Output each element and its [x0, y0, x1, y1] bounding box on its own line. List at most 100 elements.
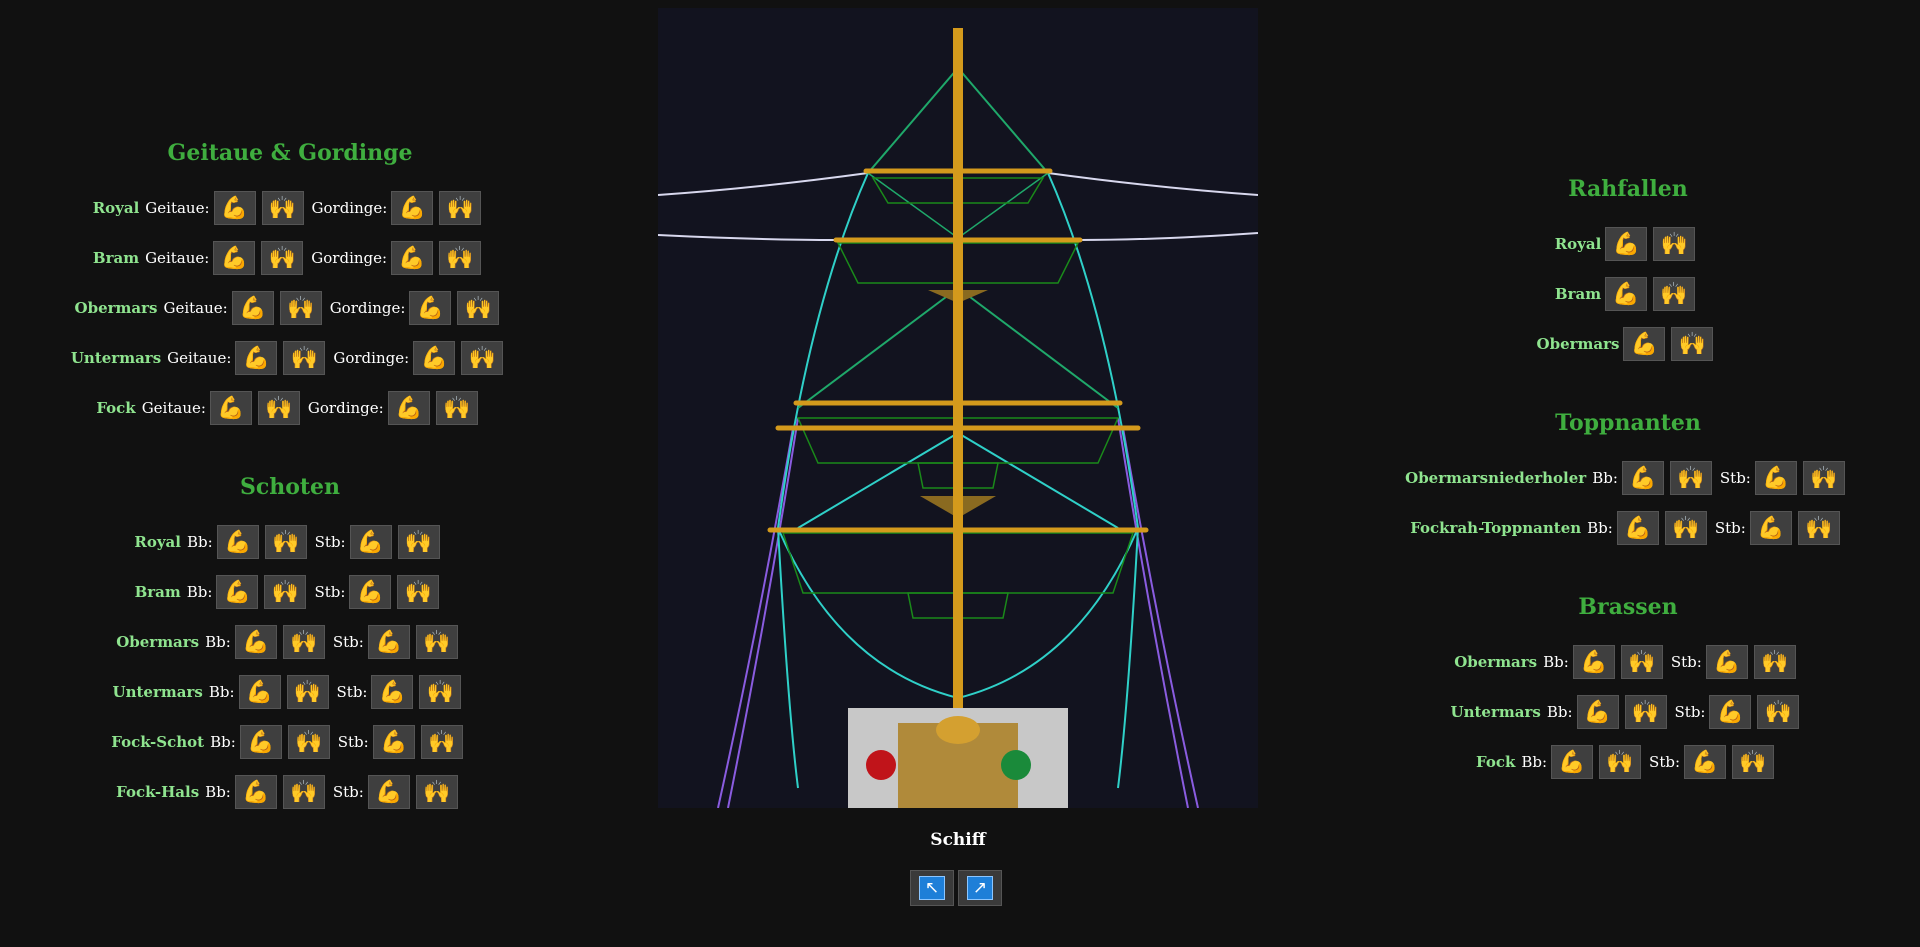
- ship-3d-view[interactable]: [658, 8, 1258, 808]
- pull-button[interactable]: 💪: [349, 525, 392, 559]
- row-label-a: Bb:: [1521, 753, 1548, 771]
- release-button[interactable]: 🙌: [279, 291, 322, 325]
- section-title-schoten: Schoten: [239, 474, 341, 500]
- pull-button[interactable]: 💪: [235, 341, 278, 375]
- release-button[interactable]: 🙌: [439, 191, 482, 225]
- release-button[interactable]: 🙌: [1664, 511, 1707, 545]
- pull-button[interactable]: 💪: [1623, 327, 1666, 361]
- section-title-toppnanten: Toppnanten: [1555, 410, 1701, 436]
- raised-hands-icon: 🙌: [446, 245, 474, 271]
- pull-button[interactable]: 💪: [209, 391, 252, 425]
- raised-hands-icon: 🙌: [286, 295, 315, 321]
- pull-button[interactable]: 💪: [1749, 511, 1792, 545]
- view-nav-buttons: ↖ ↗: [910, 870, 1006, 906]
- pull-button[interactable]: 💪: [391, 191, 434, 225]
- pull-button[interactable]: 💪: [239, 725, 282, 759]
- release-button[interactable]: 🙌: [264, 525, 307, 559]
- pull-button[interactable]: 💪: [409, 291, 452, 325]
- pull-button[interactable]: 💪: [413, 341, 456, 375]
- release-button[interactable]: 🙌: [1653, 277, 1696, 311]
- pull-button[interactable]: 💪: [371, 675, 414, 709]
- release-button[interactable]: 🙌: [1624, 695, 1667, 729]
- row-label-b: Stb:: [1649, 753, 1681, 771]
- release-button[interactable]: 🙌: [287, 725, 330, 759]
- section-title-geitaue: Geitaue & Gordinge: [167, 140, 413, 166]
- raised-hands-icon: 🙌: [428, 729, 456, 755]
- raised-hands-icon: 🙌: [423, 779, 451, 805]
- raised-hands-icon: 🙌: [1810, 465, 1838, 491]
- row-label-a: Bb:: [1587, 519, 1613, 537]
- row-label-b: Stb:: [1674, 703, 1706, 721]
- row-name: Obermars: [116, 633, 200, 651]
- rotate-left-button[interactable]: ↖: [910, 870, 954, 906]
- control-row-obermars: Obermars Bb: 💪 🙌 Stb: 💪 🙌: [0, 620, 580, 664]
- row-name: Fock-Schot: [111, 733, 205, 751]
- raised-hands-icon: 🙌: [468, 345, 496, 371]
- flexed-biceps-icon: 💪: [1583, 699, 1612, 725]
- pull-button[interactable]: 💪: [1705, 645, 1748, 679]
- row-label-a: Bb:: [186, 533, 213, 551]
- pull-button[interactable]: 💪: [1551, 745, 1594, 779]
- release-button[interactable]: 🙌: [415, 625, 458, 659]
- pull-button[interactable]: 💪: [391, 241, 434, 275]
- flexed-biceps-icon: 💪: [220, 195, 249, 221]
- pull-button[interactable]: 💪: [213, 241, 256, 275]
- pull-button[interactable]: 💪: [367, 625, 410, 659]
- flexed-biceps-icon: 💪: [1612, 231, 1640, 257]
- pull-button[interactable]: 💪: [231, 291, 274, 325]
- pull-button[interactable]: 💪: [1572, 645, 1615, 679]
- release-button[interactable]: 🙌: [1757, 695, 1800, 729]
- pull-button[interactable]: 💪: [234, 775, 277, 809]
- release-button[interactable]: 🙌: [420, 725, 463, 759]
- release-button[interactable]: 🙌: [435, 391, 478, 425]
- release-button[interactable]: 🙌: [282, 625, 325, 659]
- release-button[interactable]: 🙌: [415, 775, 458, 809]
- release-button[interactable]: 🙌: [261, 191, 304, 225]
- row-name: Obermars: [1454, 653, 1538, 671]
- control-row-bram: Bram Geitaue: 💪 🙌 Gordinge: 💪 🙌: [0, 236, 580, 280]
- pull-button[interactable]: 💪: [213, 191, 256, 225]
- release-button[interactable]: 🙌: [1599, 745, 1642, 779]
- pull-button[interactable]: 💪: [1621, 461, 1664, 495]
- pull-button[interactable]: 💪: [387, 391, 430, 425]
- pull-button[interactable]: 💪: [1605, 277, 1648, 311]
- pull-button[interactable]: 💪: [216, 525, 259, 559]
- release-button[interactable]: 🙌: [439, 241, 482, 275]
- release-button[interactable]: 🙌: [397, 525, 440, 559]
- release-button[interactable]: 🙌: [461, 341, 504, 375]
- release-button[interactable]: 🙌: [1669, 461, 1712, 495]
- release-button[interactable]: 🙌: [283, 341, 326, 375]
- flexed-biceps-icon: 💪: [247, 729, 275, 755]
- release-button[interactable]: 🙌: [257, 391, 300, 425]
- pull-button[interactable]: 💪: [372, 725, 415, 759]
- release-button[interactable]: 🙌: [1802, 461, 1845, 495]
- pull-button[interactable]: 💪: [1709, 695, 1752, 729]
- release-button[interactable]: 🙌: [1797, 511, 1840, 545]
- row-name: Royal: [1554, 235, 1602, 253]
- pull-button[interactable]: 💪: [1754, 461, 1797, 495]
- release-button[interactable]: 🙌: [264, 575, 307, 609]
- pull-button[interactable]: 💪: [1605, 227, 1648, 261]
- release-button[interactable]: 🙌: [1753, 645, 1796, 679]
- pull-button[interactable]: 💪: [238, 675, 281, 709]
- ship-rigging-illustration: [658, 28, 1258, 808]
- release-button[interactable]: 🙌: [397, 575, 440, 609]
- pull-button[interactable]: 💪: [349, 575, 392, 609]
- release-button[interactable]: 🙌: [1671, 327, 1714, 361]
- release-button[interactable]: 🙌: [1620, 645, 1663, 679]
- pull-button[interactable]: 💪: [1684, 745, 1727, 779]
- release-button[interactable]: 🙌: [282, 775, 325, 809]
- pull-button[interactable]: 💪: [234, 625, 277, 659]
- pull-button[interactable]: 💪: [367, 775, 410, 809]
- release-button[interactable]: 🙌: [286, 675, 329, 709]
- release-button[interactable]: 🙌: [1732, 745, 1775, 779]
- pull-button[interactable]: 💪: [1576, 695, 1619, 729]
- row-label-a: Geitaue:: [141, 399, 206, 417]
- pull-button[interactable]: 💪: [216, 575, 259, 609]
- pull-button[interactable]: 💪: [1616, 511, 1659, 545]
- rotate-right-button[interactable]: ↗: [958, 870, 1002, 906]
- release-button[interactable]: 🙌: [419, 675, 462, 709]
- release-button[interactable]: 🙌: [1653, 227, 1696, 261]
- release-button[interactable]: 🙌: [261, 241, 304, 275]
- release-button[interactable]: 🙌: [457, 291, 500, 325]
